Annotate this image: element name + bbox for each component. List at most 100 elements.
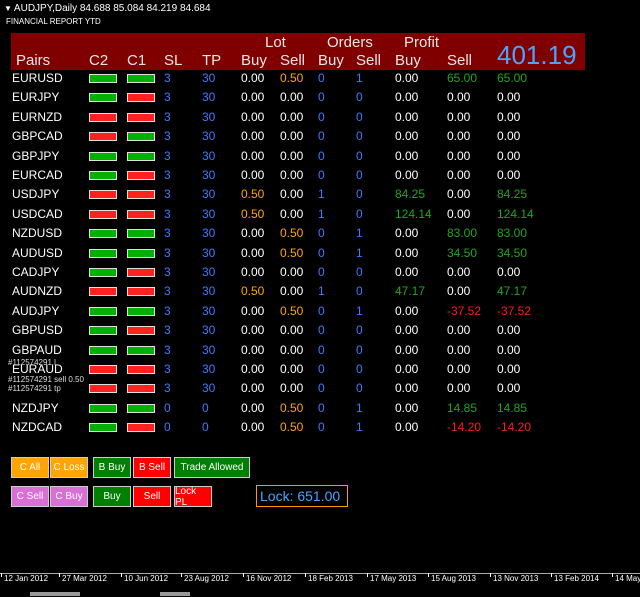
lot-sell: 0.00	[280, 284, 304, 299]
profit-sell: 0.00	[447, 362, 471, 376]
profit-total: 0.00	[497, 381, 521, 396]
profit-buy: 0.00	[395, 109, 419, 124]
orders-buy: 0	[318, 129, 325, 144]
table-row: EURCAD 3 30 0.00 0.00 0 0 0.00 0.00 0.00	[0, 168, 640, 187]
col-lot-sell: Sell	[280, 52, 306, 69]
take-profit: 30	[202, 265, 216, 279]
lot-buy: 0.00	[241, 342, 265, 357]
profit-total: 0.00	[497, 129, 521, 144]
profit-buy: 0.00	[395, 71, 419, 85]
lot-buy: 0.00	[241, 420, 265, 435]
c2-signal-bar	[89, 151, 117, 161]
col-group-lot: Lot	[265, 34, 286, 51]
stop-loss: 3	[164, 226, 171, 241]
profit-buy: 0.00	[395, 226, 419, 241]
orders-buy: 0	[318, 109, 325, 124]
order-label-line-2: #112574291 sell 0.50	[8, 375, 84, 384]
take-profit: 30	[202, 362, 216, 376]
orders-sell: 0	[356, 129, 363, 144]
orders-buy: 0	[318, 381, 325, 396]
pair-name: USDJPY	[12, 187, 60, 202]
c2-signal-bar	[89, 345, 117, 355]
c1-signal-bar	[127, 423, 155, 433]
lock-pl-button[interactable]: Lock PL	[174, 486, 212, 508]
lot-buy: 0.50	[241, 206, 265, 221]
buy-button[interactable]: Buy	[93, 486, 131, 507]
profit-buy: 0.00	[395, 381, 419, 396]
table-row: USDCAD 3 30 0.50 0.00 1 0 124.14 0.00 124.14	[0, 207, 640, 226]
lot-sell: 0.50	[280, 71, 304, 85]
lot-buy: 0.00	[241, 71, 265, 85]
lot-sell: 0.50	[280, 245, 304, 260]
trade-allowed-button[interactable]: Trade Allowed	[174, 457, 250, 478]
pair-name: EURNZD	[12, 109, 62, 124]
col-profit-sell: Sell	[447, 52, 473, 69]
profit-total: 0.00	[497, 109, 521, 124]
c-loss-button[interactable]: C Loss	[50, 457, 88, 478]
profit-buy: 0.00	[395, 303, 419, 318]
profit-sell: 0.00	[447, 265, 471, 279]
take-profit: 30	[202, 187, 216, 202]
c2-signal-bar	[89, 132, 117, 142]
lot-buy: 0.00	[241, 90, 265, 105]
stop-loss: 3	[164, 109, 171, 124]
c2-signal-bar	[89, 423, 117, 433]
stop-loss: 3	[164, 362, 171, 376]
take-profit: 30	[202, 381, 216, 396]
take-profit: 30	[202, 303, 216, 318]
profit-buy: 0.00	[395, 400, 419, 415]
profit-total: 84.25	[497, 187, 528, 202]
take-profit: 30	[202, 148, 216, 163]
take-profit: 30	[202, 284, 216, 299]
c-buy-button[interactable]: C Buy	[50, 486, 88, 507]
profit-total: 124.14	[497, 206, 534, 221]
stop-loss: 0	[164, 420, 171, 435]
orders-sell: 0	[356, 109, 363, 124]
stop-loss: 3	[164, 342, 171, 357]
lock-profit-box[interactable]: Lock: 651.00	[256, 485, 348, 507]
stop-loss: 3	[164, 303, 171, 318]
orders-sell: 0	[356, 187, 363, 202]
table-row: EURUSD 3 30 0.00 0.50 0 1 0.00 65.00 65.00	[0, 71, 640, 90]
profit-buy: 0.00	[395, 90, 419, 105]
profit-total: -37.52	[497, 303, 532, 318]
c2-signal-bar	[89, 365, 117, 374]
orders-buy: 0	[318, 168, 325, 182]
x-axis-tick-label: 13 Feb 2014	[551, 573, 599, 583]
orders-sell: 1	[356, 71, 363, 85]
c1-signal-bar	[127, 365, 155, 374]
profit-sell: 0.00	[447, 168, 471, 182]
c2-signal-bar	[89, 248, 117, 258]
lot-sell: 0.00	[280, 362, 304, 376]
b-buy-button[interactable]: B Buy	[93, 457, 131, 478]
table-row: AUDJPY 3 30 0.00 0.50 0 1 0.00 -37.52 -37.52	[0, 304, 640, 323]
pair-name: EURJPY	[12, 90, 60, 105]
c2-signal-bar	[89, 384, 117, 394]
c-all-button[interactable]: C All	[11, 457, 49, 478]
sell-button[interactable]: Sell	[133, 486, 171, 507]
c-sell-button[interactable]: C Sell	[11, 486, 49, 507]
c2-signal-bar	[89, 171, 117, 180]
dropdown-arrow-icon[interactable]: ▼	[4, 4, 12, 13]
lot-buy: 0.00	[241, 148, 265, 163]
chart-symbol-header: ▼ AUDJPY,Daily 84.688 85.084 84.219 84.68…	[4, 3, 211, 14]
pair-name: EURUSD	[12, 71, 63, 85]
col-orders-sell: Sell	[356, 52, 382, 69]
pair-name: EURCAD	[12, 168, 63, 182]
profit-sell: 83.00	[447, 226, 478, 241]
c2-signal-bar	[89, 268, 117, 277]
b-sell-button[interactable]: B Sell	[133, 457, 171, 478]
lot-sell: 0.00	[280, 148, 304, 163]
stop-loss: 3	[164, 187, 171, 202]
scroll-segment-left[interactable]	[30, 592, 80, 596]
profit-sell: 0.00	[447, 284, 471, 299]
lot-buy: 0.00	[241, 129, 265, 144]
profit-sell: 14.85	[447, 400, 478, 415]
col-group-profit: Profit	[404, 34, 440, 51]
scroll-segment-right[interactable]	[160, 592, 190, 596]
table-row: EURAUD 3 30 0.00 0.00 0 0 0.00 0.00 0.00	[0, 362, 640, 381]
profit-sell: 0.00	[447, 129, 471, 144]
profit-sell: 34.50	[447, 245, 478, 260]
c1-signal-bar	[127, 112, 155, 122]
profit-buy: 0.00	[395, 168, 419, 182]
